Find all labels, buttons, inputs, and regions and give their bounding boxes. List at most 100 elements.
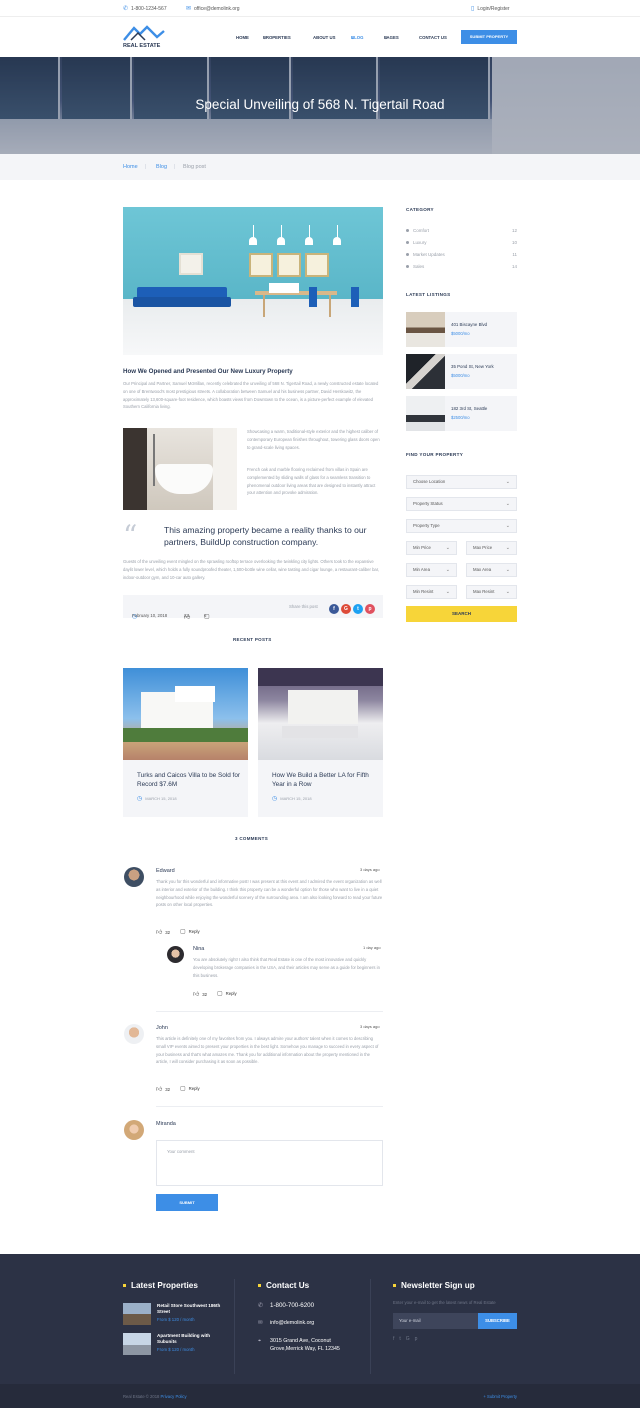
category-item[interactable]: Comfort 12 <box>406 228 517 233</box>
room-ceiling <box>258 668 383 686</box>
listing-item[interactable]: 182 3rd St, Seattle $2500/mo <box>406 396 517 431</box>
google-plus-icon[interactable]: G <box>341 604 351 614</box>
recent-post-card[interactable]: Turks and Caicos Villa to be Sold for Re… <box>123 668 248 817</box>
min-price-select[interactable]: Min Price ⌄ <box>406 541 457 555</box>
latest-listings-title: LATEST LISTINGS <box>406 292 451 297</box>
listing-image <box>406 396 445 431</box>
category-name: Market Updates <box>413 252 445 257</box>
comment-text: Thank you for this wonderful and informa… <box>156 879 383 908</box>
table-leg <box>329 295 331 317</box>
footer-property-image <box>123 1303 151 1325</box>
footer-email[interactable]: ✉ info@demolink.org <box>258 1320 314 1326</box>
chevron-down-icon: ⌄ <box>445 545 450 551</box>
footer-property-item[interactable]: Retail Store Southwest 186th Street From… <box>123 1303 223 1327</box>
reply-icon: ▢ <box>217 991 223 997</box>
status-select[interactable]: Property Status ⌄ <box>406 497 517 511</box>
post-meta-bar: ◷ February 10, 2018 👍︎ 23 ▢ 6 Share this po… <box>123 595 383 621</box>
newsletter-email-input[interactable]: Your e-mail <box>393 1313 478 1329</box>
recent-post-date: ◷ MARCH 15, 2018 <box>137 795 177 802</box>
comment-like-count: 32 <box>165 1087 171 1092</box>
location-select[interactable]: Choose Location ⌄ <box>406 475 517 489</box>
category-item[interactable]: Sales 14 <box>406 264 517 269</box>
recent-post-card[interactable]: How We Build a Better LA for Fifth Year … <box>258 668 383 817</box>
comment-textarea[interactable]: Your comment <box>156 1140 383 1186</box>
comment-date: 3 days ago <box>360 867 380 872</box>
comment-reply-button[interactable]: ▢ Reply <box>180 928 200 935</box>
comment-divider <box>156 1106 383 1107</box>
comment-reply-button[interactable]: ▢ Reply <box>217 990 237 997</box>
email-info[interactable]: ✉ office@demolink.org <box>186 5 240 12</box>
category-item[interactable]: Luxury 10 <box>406 240 517 245</box>
pinterest-icon[interactable]: p <box>415 1336 423 1342</box>
twitter-icon[interactable]: t <box>353 604 363 614</box>
max-area-select[interactable]: Max Area ⌄ <box>466 563 517 577</box>
search-button[interactable]: SEARCH <box>406 606 517 622</box>
recent-post-title[interactable]: Turks and Caicos Villa to be Sold for Re… <box>137 772 241 789</box>
footer-property-image <box>123 1333 151 1355</box>
comment-like-button[interactable]: 👍︎ 32 <box>156 1085 170 1093</box>
type-select[interactable]: Property Type ⌄ <box>406 519 517 533</box>
wall-picture <box>305 253 329 277</box>
footer-property-item[interactable]: Apartment Building with Subunits From $ … <box>123 1333 223 1357</box>
bullet-icon <box>406 241 409 245</box>
newsletter-note: Enter your e-mail to get the latest news… <box>393 1300 496 1305</box>
article-quote: “ This amazing property became a reality… <box>123 522 383 552</box>
breadcrumb-home[interactable]: Home <box>123 164 138 170</box>
facebook-icon[interactable]: f <box>329 604 339 614</box>
listing-item[interactable]: 35 Pond St, New York $5000/mo <box>406 354 517 389</box>
footer-phone[interactable]: ✆ 1-800-700-6200 <box>258 1302 314 1309</box>
footer-property-price: From $ 120 / month <box>157 1347 195 1352</box>
category-count: 12 <box>511 228 517 233</box>
google-plus-icon[interactable]: G <box>406 1336 415 1342</box>
recent-post-date-text: MARCH 15, 2018 <box>145 796 177 801</box>
recent-post-date: ◷ MARCH 15, 2018 <box>272 795 312 802</box>
listing-address: 35 Pond St, New York <box>451 364 494 369</box>
breadcrumb: Home | Blog | Blog post <box>0 154 640 180</box>
nav-about[interactable]: ABOUT US <box>313 35 335 40</box>
room-window <box>288 690 358 724</box>
pendant-lamp <box>305 237 313 245</box>
breadcrumb-current: Blog post <box>183 164 206 170</box>
footer-social-links: ftGp <box>393 1336 422 1342</box>
pinterest-icon[interactable]: p <box>365 604 375 614</box>
listing-item[interactable]: 401 Biscayne Blvd $5000/mo <box>406 312 517 347</box>
breadcrumb-blog[interactable]: Blog <box>156 164 167 170</box>
bath-wall-dark <box>123 428 147 510</box>
min-area-select[interactable]: Min Area ⌄ <box>406 563 457 577</box>
villa-upper-floor <box>175 686 215 702</box>
footer-submit-property-link[interactable]: + Submit Property <box>483 1394 517 1399</box>
login-register-link[interactable]: ▯ Login/Register <box>471 5 510 12</box>
submit-comment-button[interactable]: SUBMIT <box>156 1194 218 1211</box>
nav-home[interactable]: HOME <box>236 35 249 40</box>
quote-text: This amazing property became a reality t… <box>164 525 367 547</box>
location-pin-icon: ⌖ <box>258 1338 261 1344</box>
comment-reply-button[interactable]: ▢ Reply <box>180 1085 200 1092</box>
subscribe-button[interactable]: SUBSCRIBE <box>478 1313 517 1329</box>
max-resint-select[interactable]: Max Resint ⌄ <box>466 585 517 599</box>
phone-info[interactable]: ✆ 1-800-1234-567 <box>123 5 167 12</box>
login-text: Login/Register <box>477 6 510 12</box>
comment-author: John <box>156 1025 168 1031</box>
phone-text: 1-800-1234-567 <box>131 6 167 12</box>
submit-property-button[interactable]: SUBMIT PROPERTY <box>461 30 517 44</box>
thumbs-up-icon: 👍︎ <box>156 1087 163 1093</box>
wall-picture <box>249 253 273 277</box>
max-price-select[interactable]: Max Price ⌄ <box>466 541 517 555</box>
nav-contact[interactable]: CONTACT US <box>419 35 447 40</box>
category-count: 14 <box>511 264 517 269</box>
min-resint-select[interactable]: Min Resint ⌄ <box>406 585 457 599</box>
comment-like-button[interactable]: 👍︎ 32 <box>193 990 207 998</box>
category-item[interactable]: Market Updates 11 <box>406 252 517 257</box>
recent-post-image <box>123 668 248 760</box>
listing-price: $2500/mo <box>451 415 470 420</box>
logo[interactable]: REAL ESTATE <box>123 25 165 49</box>
category-count: 10 <box>511 240 517 245</box>
copyright-bar: Real Estate © 2018 Privacy Policy + Subm… <box>0 1384 640 1408</box>
find-property-title: FIND YOUR PROPERTY <box>406 452 464 457</box>
pendant-lamp <box>333 237 341 245</box>
email-text: office@demolink.org <box>194 6 240 12</box>
villa-garden <box>123 728 248 742</box>
privacy-policy-link[interactable]: Privacy Policy <box>161 1394 187 1399</box>
comment-like-button[interactable]: 👍︎ 32 <box>156 928 170 936</box>
recent-post-title[interactable]: How We Build a Better LA for Fifth Year … <box>272 772 376 789</box>
